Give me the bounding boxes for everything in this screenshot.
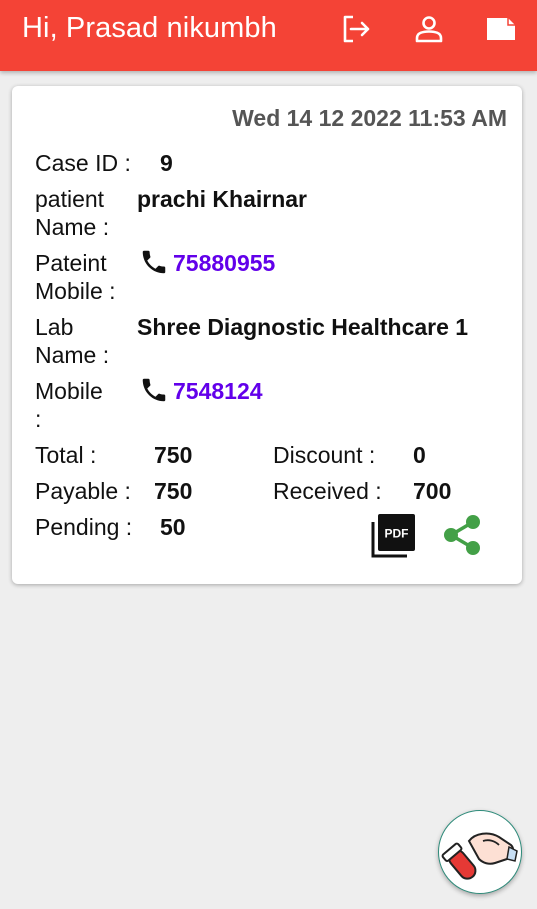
case-id-label: Case ID : — [35, 150, 131, 176]
svg-text:PDF: PDF — [385, 527, 409, 541]
phone-icon[interactable] — [139, 247, 169, 277]
lab-mobile-link[interactable]: 7548124 — [173, 377, 263, 405]
case-id-value: 9 — [160, 150, 173, 176]
pdf-icon[interactable]: PDF — [370, 513, 416, 559]
lab-name-label-line2: Name : — [35, 342, 110, 368]
greeting-title: Hi, Prasad nikumbh — [22, 12, 277, 44]
received-label: Received : — [273, 478, 382, 504]
discount-value: 0 — [413, 442, 426, 468]
phone-icon[interactable] — [139, 375, 169, 405]
payable-label: Payable : — [35, 478, 131, 504]
app-bar: Hi, Prasad nikumbh — [0, 0, 537, 71]
case-card[interactable]: Wed 14 12 2022 11:53 AM Case ID : 9 pati… — [12, 86, 522, 584]
lab-name-label-line1: Lab — [35, 314, 74, 340]
patient-name-value: prachi Khairnar — [137, 186, 307, 212]
discount-label: Discount : — [273, 442, 376, 468]
case-date: Wed 14 12 2022 11:53 AM — [232, 105, 507, 131]
lab-mobile-label-line2: : — [35, 406, 42, 432]
logout-icon[interactable] — [340, 13, 372, 45]
note-icon[interactable] — [485, 13, 517, 45]
patient-name-label-line2: Name : — [35, 214, 110, 240]
payable-value: 750 — [154, 478, 193, 504]
profile-icon[interactable] — [413, 13, 445, 45]
patient-mobile-link[interactable]: 75880955 — [173, 249, 275, 277]
patient-mobile-label-line1: Pateint — [35, 250, 107, 276]
pending-label: Pending : — [35, 514, 133, 540]
lab-name-value: Shree Diagnostic Healthcare 1 — [137, 314, 469, 340]
total-label: Total : — [35, 442, 97, 468]
blood-sample-icon — [441, 832, 518, 880]
patient-mobile-label-line2: Mobile : — [35, 278, 116, 304]
pending-value: 50 — [160, 514, 186, 540]
blood-sample-fab[interactable] — [438, 810, 522, 894]
total-value: 750 — [154, 442, 193, 468]
lab-mobile-label-line1: Mobile — [35, 378, 103, 404]
received-value: 700 — [413, 478, 452, 504]
share-icon[interactable] — [440, 513, 484, 557]
patient-name-label-line1: patient — [35, 186, 105, 212]
